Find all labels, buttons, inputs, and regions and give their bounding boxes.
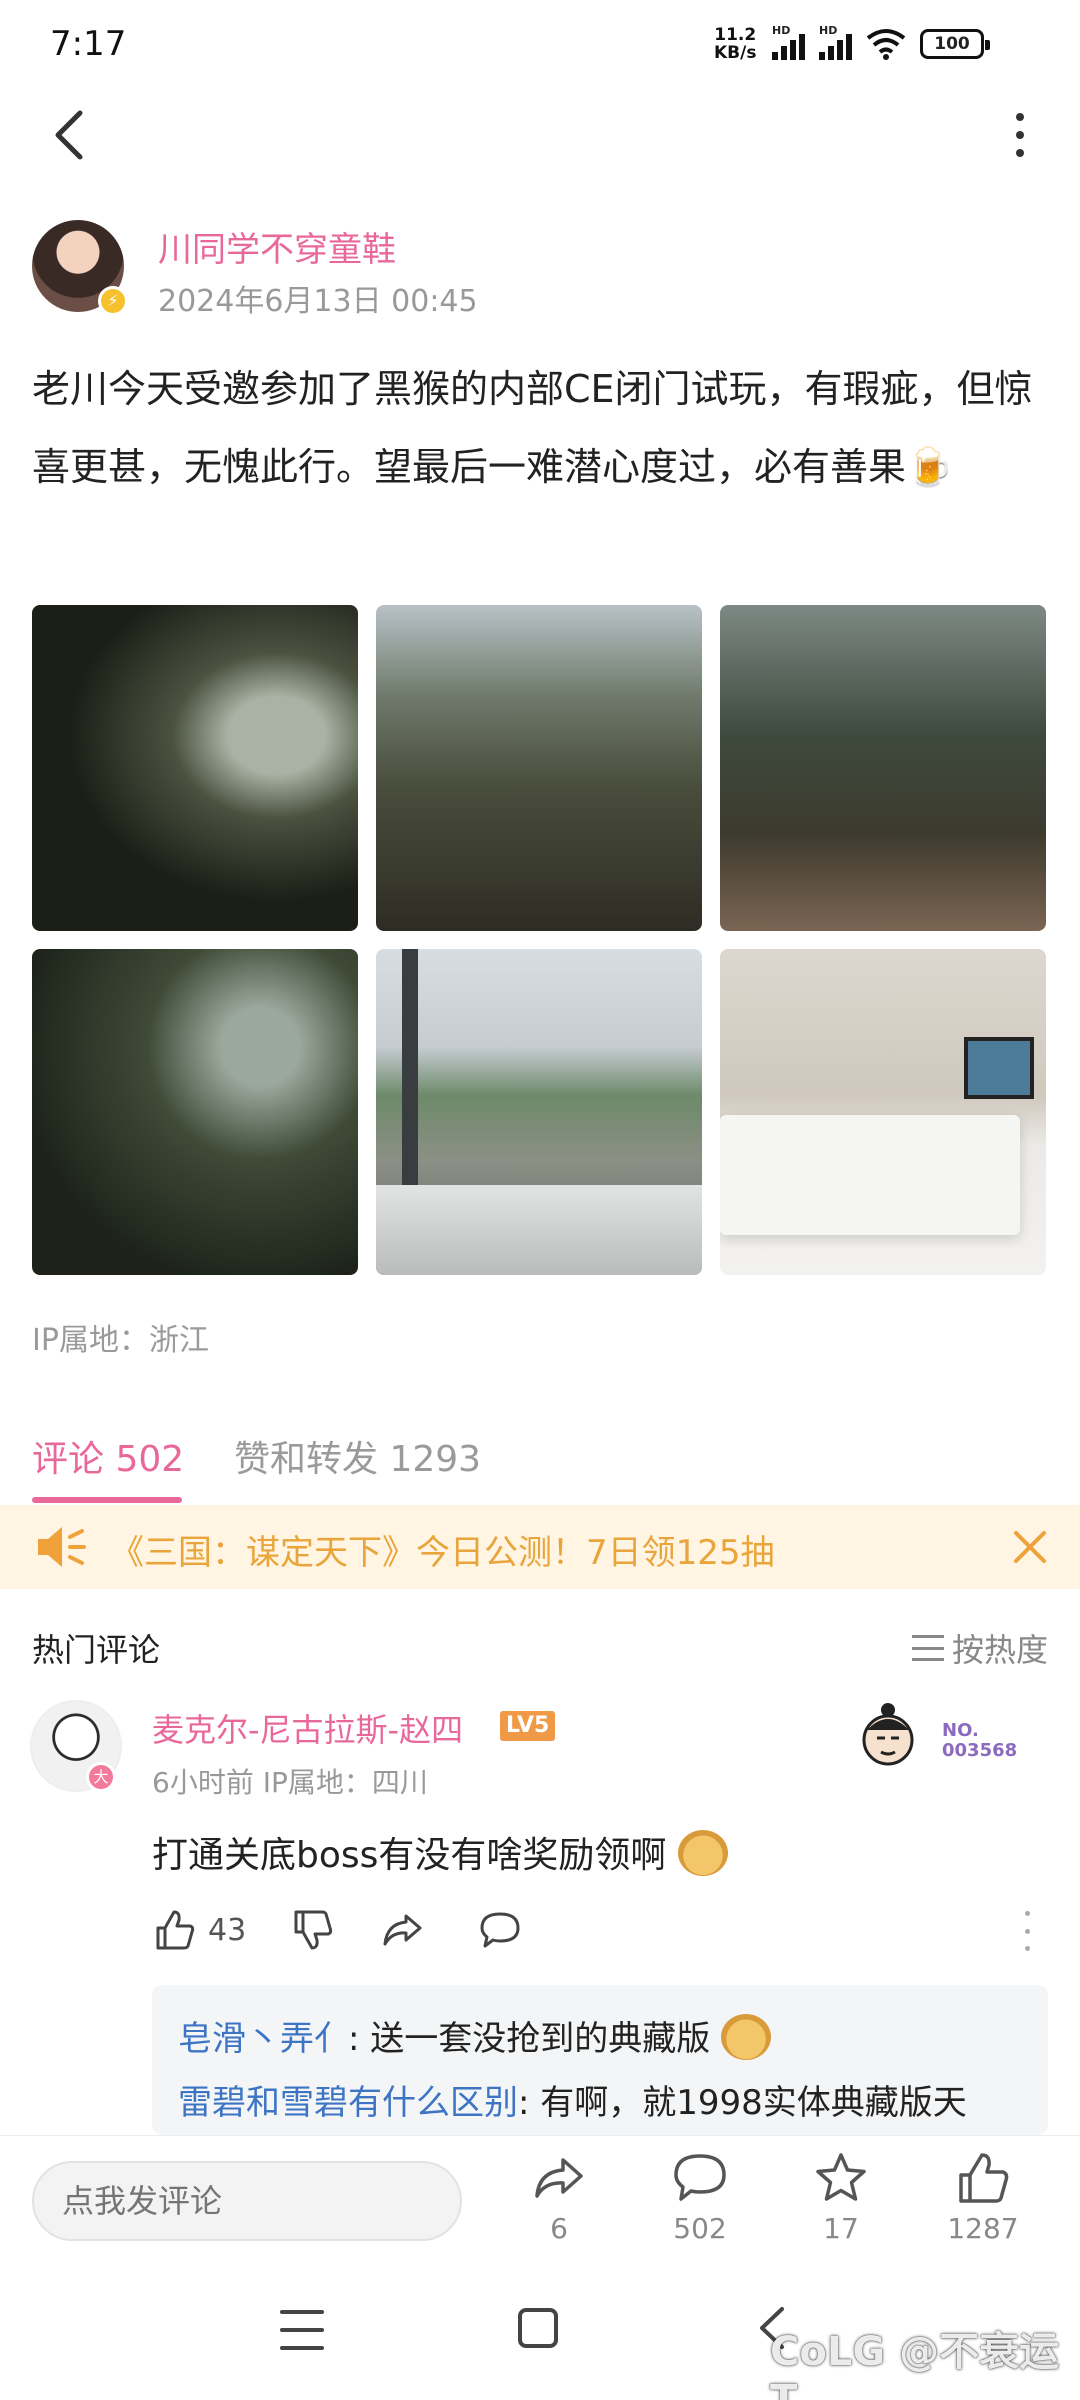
post-timestamp: 2024年6月13日 00:45: [158, 284, 478, 319]
comment-input[interactable]: [32, 2161, 462, 2241]
thumb-down-icon: [294, 1910, 333, 1950]
comment-like-button[interactable]: 43: [152, 1905, 246, 1955]
bottom-action-bar: 6 502 17 1287: [0, 2135, 1080, 2265]
share-icon: [383, 1914, 422, 1946]
reply-preview[interactable]: 皂滑丶弄亻: 送一套没抢到的典藏版 雷碧和雪碧有什么区别: 有啊，就1998实体…: [152, 1985, 1048, 2135]
signal-1-icon: HD: [772, 24, 805, 60]
reply-item[interactable]: 皂滑丶弄亻: 送一套没抢到的典藏版: [178, 2011, 772, 2064]
favorite-count: 17: [823, 2212, 859, 2245]
post-image-5[interactable]: [376, 949, 702, 1275]
reply-text: : 送一套没抢到的典藏版: [348, 2019, 711, 2059]
comment-count: 502: [673, 2212, 727, 2245]
reply-author[interactable]: 雷碧和雪碧有什么区别: [178, 2083, 518, 2123]
tab-likes-shares[interactable]: 赞和转发 1293: [234, 1430, 481, 1482]
verified-badge-icon: ⚡: [98, 286, 128, 316]
signal-2-icon: HD: [819, 24, 852, 60]
commenter-name[interactable]: 麦克尔-尼古拉斯-赵四: [152, 1705, 463, 1751]
status-bar: 7:17 11.2 KB/s HD HD 100: [0, 0, 1080, 90]
tab-comments[interactable]: 评论 502: [32, 1430, 184, 1482]
post-image-1[interactable]: [32, 605, 358, 931]
thumb-up-icon: [959, 2153, 1009, 2203]
hd-label-2: HD: [819, 24, 838, 37]
tab-active-indicator: [32, 1497, 182, 1503]
comment-dislike-button[interactable]: [290, 1905, 334, 1955]
author-name[interactable]: 川同学不穿童鞋: [158, 222, 396, 271]
sort-icon: [911, 1635, 944, 1661]
speaker-icon: [38, 1527, 86, 1567]
commenter-avatar-badge: 大: [86, 1762, 116, 1792]
watermark: CoLG @不衰运T: [770, 2329, 1060, 2400]
post-text: 老川今天受邀参加了黑猴的内部CE闭门试玩，有瑕疵，但惊喜更甚，无愧此行。望最后一…: [32, 367, 1033, 489]
reply-text: : 有啊，就1998实体典藏版天: [518, 2083, 967, 2123]
comment-share-button[interactable]: [380, 1905, 424, 1955]
like-button[interactable]: 1287: [928, 2150, 1038, 2260]
ad-banner[interactable]: 《三国：谋定天下》今日公测！7日领125抽: [0, 1505, 1080, 1589]
battery-icon: 100: [920, 29, 990, 59]
status-time: 7:17: [50, 24, 127, 64]
close-icon[interactable]: [1006, 1523, 1054, 1571]
decoration-avatar-icon: [862, 1703, 914, 1766]
share-icon: [535, 2158, 583, 2198]
fan-number-label: NO.: [942, 1720, 979, 1741]
level-badge: LV5: [500, 1711, 556, 1741]
reply-item[interactable]: 雷碧和雪碧有什么区别: 有啊，就1998实体典藏版天: [178, 2075, 967, 2124]
post-image-3[interactable]: [720, 605, 1046, 931]
sort-button[interactable]: 按热度: [911, 1625, 1048, 1671]
comment-button[interactable]: 502: [645, 2150, 755, 2260]
status-icons: HD HD 100: [772, 24, 990, 60]
post-image-6[interactable]: [720, 949, 1046, 1275]
sort-label: 按热度: [951, 1631, 1048, 1669]
comment-icon: [674, 2154, 726, 2201]
hot-comments-title: 热门评论: [32, 1631, 161, 1669]
doge-emoji-icon: [677, 1830, 728, 1876]
bed-shape: [720, 1115, 1020, 1235]
comment-text: 打通关底boss有没有啥奖励领啊: [152, 1826, 728, 1880]
network-speed: 11.2 KB/s: [714, 26, 756, 62]
menu-icon[interactable]: [280, 2310, 324, 2350]
comment-meta: 6小时前 IP属地：四川: [152, 1766, 428, 1799]
top-nav: [0, 95, 1080, 175]
ad-text[interactable]: 《三国：谋定天下》今日公测！7日领125抽: [110, 1525, 775, 1574]
fan-number-value: 003568: [942, 1740, 1018, 1761]
star-icon: [816, 2153, 866, 2201]
comment-text-content: 打通关底boss有没有啥奖励领啊: [152, 1835, 667, 1876]
like-count: 1287: [947, 2212, 1019, 2245]
comment-actions: 43: [152, 1905, 1032, 1955]
share-button[interactable]: 6: [504, 2150, 614, 2260]
comment-like-count: 43: [208, 1912, 247, 1948]
post-image-2[interactable]: [376, 605, 702, 931]
wifi-icon: [866, 29, 906, 60]
share-count: 6: [550, 2212, 568, 2245]
back-icon[interactable]: [40, 103, 100, 167]
network-speed-value: 11.2: [714, 25, 757, 45]
hd-label-1: HD: [772, 24, 791, 37]
comment-icon: [480, 1912, 520, 1948]
comment-more-icon[interactable]: [1022, 1911, 1032, 1951]
tv-shape: [964, 1037, 1034, 1099]
reply-author[interactable]: 皂滑丶弄亻: [178, 2019, 348, 2059]
favorite-button[interactable]: 17: [786, 2150, 896, 2260]
post-image-4[interactable]: [32, 949, 358, 1275]
comment-reply-button[interactable]: [478, 1905, 522, 1955]
thumb-up-icon: [156, 1910, 195, 1950]
ip-location: IP属地：浙江: [32, 1323, 209, 1358]
system-nav-bar: CoLG @不衰运T: [0, 2275, 1080, 2400]
doge-emoji-icon: [721, 2013, 772, 2060]
home-icon[interactable]: [518, 2308, 558, 2348]
more-icon[interactable]: [1000, 103, 1040, 167]
network-speed-unit: KB/s: [714, 43, 757, 63]
fan-number-badge: NO. 003568: [942, 1721, 1017, 1761]
